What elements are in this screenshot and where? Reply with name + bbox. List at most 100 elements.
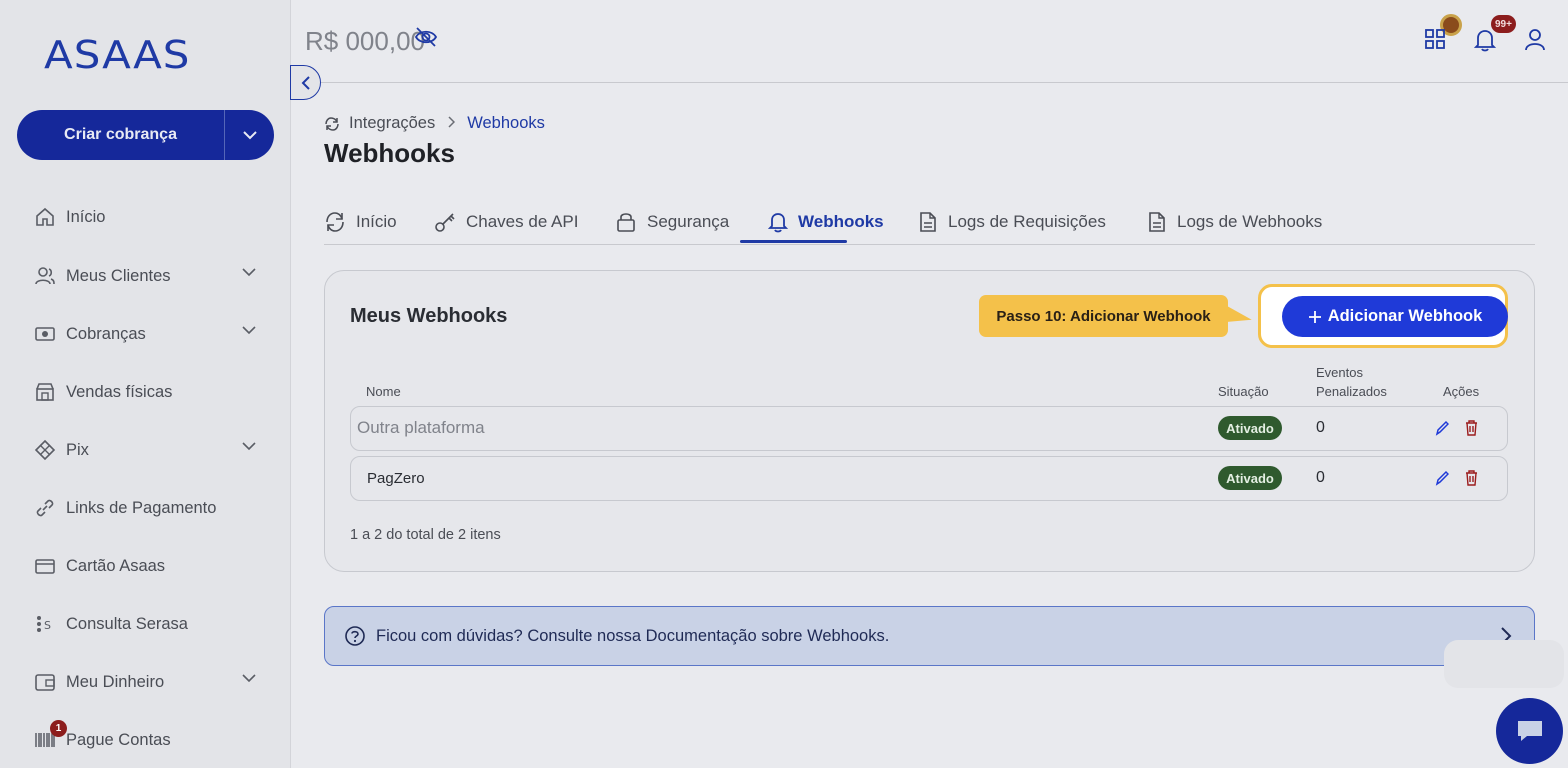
breadcrumb-current: Webhooks (467, 114, 545, 132)
money-icon (34, 323, 56, 345)
chat-button[interactable] (1496, 698, 1563, 764)
chevron-left-icon (301, 75, 310, 90)
home-icon (34, 206, 56, 228)
store-icon (34, 381, 56, 403)
sidebar-item-consulta-serasa[interactable]: S Consulta Serasa (34, 609, 260, 639)
add-webhook-button[interactable]: Adicionar Webhook (1282, 296, 1508, 337)
balance-value: R$ 000,00 (305, 26, 425, 56)
sidebar-item-pix[interactable]: Pix (34, 435, 260, 465)
document-icon (918, 211, 938, 233)
sidebar-item-label: Links de Pagamento (66, 498, 217, 517)
sidebar-item-cobrancas[interactable]: Cobranças (34, 319, 260, 349)
sidebar-item-label: Cobranças (66, 324, 146, 343)
column-header-status: Situação (1218, 384, 1269, 399)
tab-chaves-de-api[interactable]: Chaves de API (434, 200, 578, 244)
tab-webhooks[interactable]: Webhooks (768, 200, 884, 244)
table-row (350, 406, 1508, 451)
table-row (350, 456, 1508, 501)
active-tab-indicator (740, 240, 847, 243)
tutorial-tooltip: Passo 10: Adicionar Webhook (979, 295, 1228, 337)
tab-label: Logs de Webhooks (1177, 212, 1323, 231)
sidebar-item-meu-dinheiro[interactable]: Meu Dinheiro (34, 667, 260, 697)
create-charge-button[interactable]: Criar cobrança (17, 110, 224, 160)
plus-icon (1308, 310, 1321, 323)
apps-grid-icon[interactable] (1424, 28, 1446, 55)
delete-trash-icon[interactable] (1465, 420, 1478, 441)
eye-off-icon[interactable] (414, 26, 438, 53)
pagination-info: 1 a 2 do total de 2 itens (350, 527, 501, 543)
sidebar-item-meus-clientes[interactable]: Meus Clientes (34, 261, 260, 291)
column-header-name: Nome (366, 384, 401, 399)
tab-logs-de-requisicoes[interactable]: Logs de Requisições (918, 200, 1106, 244)
user-icon[interactable] (1524, 28, 1546, 57)
delete-trash-icon[interactable] (1465, 470, 1478, 491)
sidebar-item-label: Pix (66, 440, 89, 459)
create-charge-dropdown-button[interactable] (224, 110, 274, 160)
asaas-logo[interactable]: ASAAS (44, 32, 190, 77)
documentation-help-banner[interactable]: Ficou com dúvidas? Consulte nossa Docume… (324, 606, 1535, 666)
sidebar-item-pague-contas[interactable]: Pague Contas (34, 725, 260, 755)
chat-preview (1444, 640, 1564, 688)
tab-label: Webhooks (798, 212, 884, 231)
page-title: Webhooks (324, 138, 455, 168)
sidebar-item-label: Meu Dinheiro (66, 672, 165, 691)
tab-seguranca[interactable]: Segurança (615, 200, 729, 244)
help-text: Ficou com dúvidas? Consulte nossa Docume… (376, 626, 890, 645)
collapse-sidebar-button[interactable] (290, 65, 321, 100)
notifications-badge: 99+ (1491, 15, 1516, 33)
document-icon (1147, 211, 1167, 233)
sidebar-item-label: Vendas físicas (66, 382, 173, 401)
pix-icon (34, 439, 56, 461)
sidebar: ASAAS Criar cobrança Início Meus Cliente… (0, 0, 291, 768)
link-icon (34, 497, 56, 519)
chevron-down-icon (242, 268, 256, 277)
create-charge-button-group: Criar cobrança (17, 110, 274, 160)
topbar: R$ 000,00 (292, 0, 1568, 83)
sidebar-item-vendas-fisicas[interactable]: Vendas físicas (34, 377, 260, 407)
bell-icon[interactable] (1473, 28, 1497, 57)
card-title: Meus Webhooks (350, 305, 508, 327)
status-badge: Ativado (1218, 416, 1282, 440)
sidebar-item-label: Pague Contas (66, 730, 171, 749)
tab-label: Início (356, 212, 397, 231)
chevron-down-icon (242, 674, 256, 683)
pague-contas-badge: 1 (50, 720, 67, 737)
tab-label: Chaves de API (466, 212, 579, 231)
chat-icon (1517, 721, 1542, 741)
edit-pencil-icon[interactable] (1435, 470, 1450, 491)
edit-pencil-icon[interactable] (1435, 420, 1450, 441)
sidebar-item-links-de-pagamento[interactable]: Links de Pagamento (34, 493, 260, 523)
sidebar-item-label: Consulta Serasa (66, 614, 188, 633)
column-header-penalized-line2: Penalizados (1316, 384, 1387, 399)
tab-bar: Início Chaves de API Segurança Webhooks … (324, 200, 1535, 245)
tab-label: Segurança (647, 212, 730, 231)
chevron-right-icon (447, 114, 456, 133)
status-badge: Ativado (1218, 466, 1282, 490)
penalized-count: 0 (1316, 469, 1325, 486)
sidebar-item-label: Meus Clientes (66, 266, 171, 285)
webhook-name: PagZero (367, 470, 425, 487)
question-circle-icon (344, 625, 366, 647)
sidebar-item-label: Início (66, 207, 106, 226)
svg-text:S: S (44, 619, 51, 632)
tab-inicio[interactable]: Início (324, 200, 397, 244)
chevron-down-icon (242, 442, 256, 451)
users-icon (34, 265, 56, 287)
wallet-icon (34, 671, 56, 693)
sidebar-item-cartao-asaas[interactable]: Cartão Asaas (34, 551, 260, 581)
chevron-down-icon (242, 326, 256, 335)
credit-card-icon (34, 555, 56, 577)
sidebar-item-label: Cartão Asaas (66, 556, 166, 575)
add-webhook-label: Adicionar Webhook (1327, 307, 1483, 325)
sidebar-item-inicio[interactable]: Início (34, 202, 260, 232)
breadcrumb-parent[interactable]: Integrações (349, 114, 435, 133)
serasa-icon: S (34, 613, 56, 635)
key-icon (434, 211, 456, 233)
penalized-count: 0 (1316, 419, 1325, 436)
tab-logs-de-webhooks[interactable]: Logs de Webhooks (1147, 200, 1322, 244)
webhook-name: Outra plataforma (357, 418, 485, 437)
chevron-down-icon (242, 131, 257, 140)
bell-icon (768, 211, 788, 233)
lock-icon (615, 211, 637, 233)
refresh-icon (325, 116, 339, 131)
